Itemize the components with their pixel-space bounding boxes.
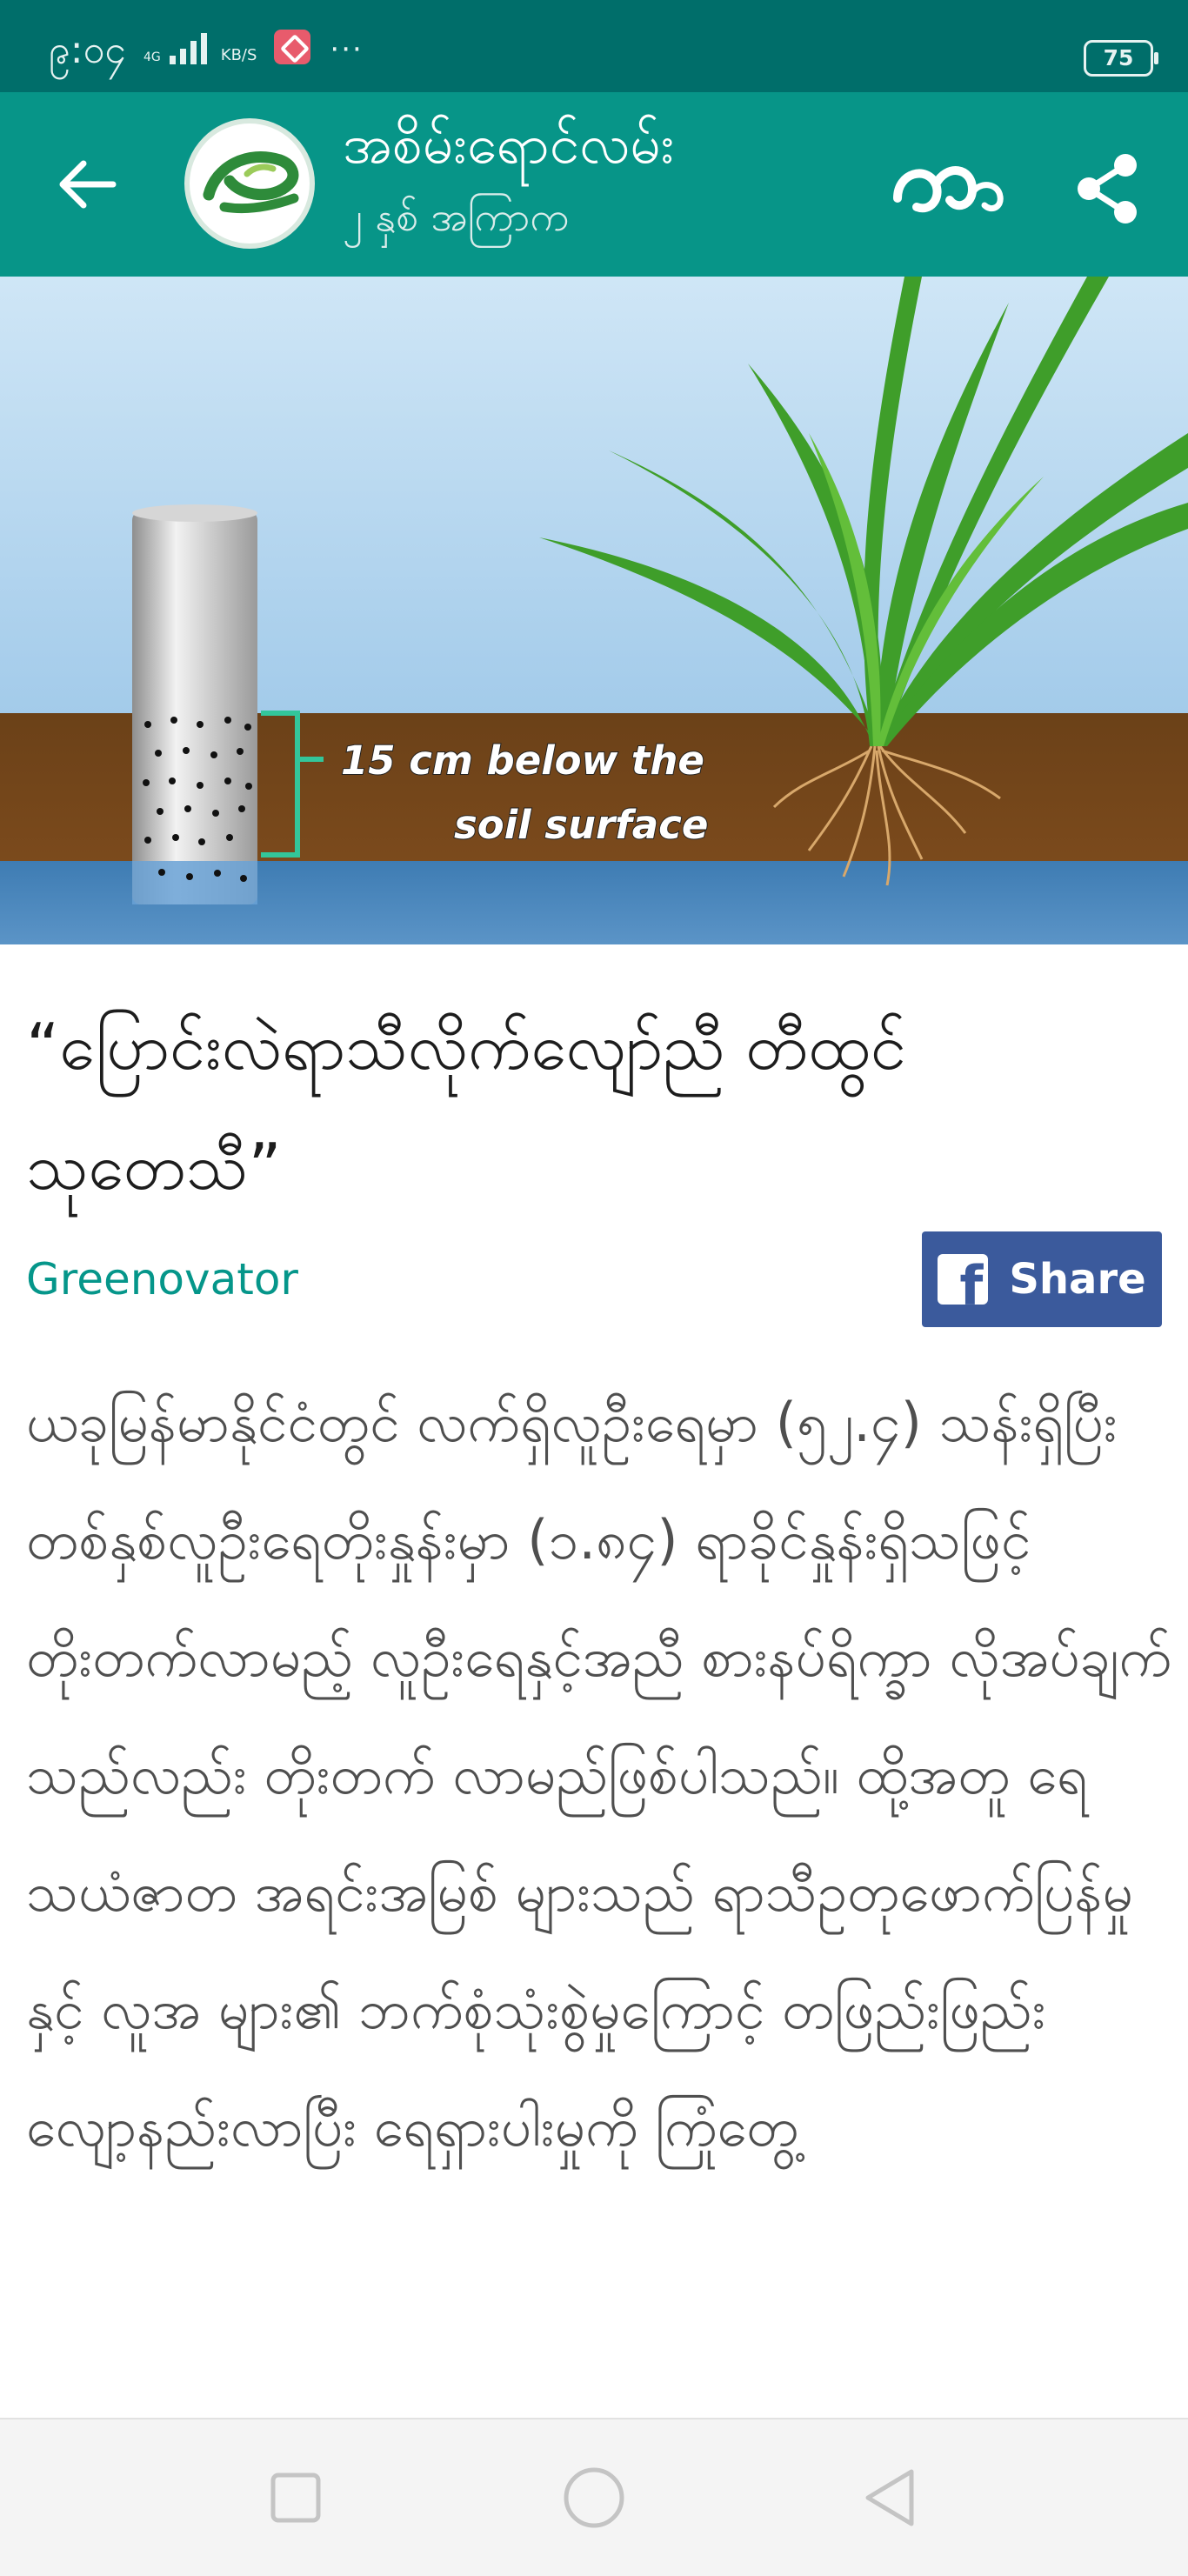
back-button[interactable] [56, 157, 117, 212]
status-bar: ၉:၀၄ 4G KB/S ··· 75 [0, 0, 1188, 92]
rice-pipe-illustration: 15 cm below the soil surface [0, 277, 1188, 944]
network-type: 4G [143, 50, 161, 64]
notification-app-icon [274, 30, 311, 64]
article-author[interactable]: Greenovator [26, 1254, 298, 1305]
app-bar: အစိမ်းရောင်လမ်း ၂ နှစ် အကြာက [0, 92, 1188, 277]
hero-caption-line2: soil surface [454, 802, 708, 848]
battery-level: 75 [1103, 45, 1134, 70]
nav-back-button[interactable] [856, 2463, 925, 2533]
myanmar-font-icon [893, 166, 1004, 213]
circle-icon [564, 2467, 624, 2528]
article-body: ယခုမြန်မာနိုင်ငံတွင် လက်ရှိလူဦးရေမှာ (၅၂… [26, 1391, 1172, 2159]
channel-name[interactable]: အစိမ်းရောင်လမ်း [343, 110, 674, 180]
hero-caption-line1: 15 cm below the [341, 737, 704, 784]
facebook-icon: f [938, 1254, 989, 1305]
status-time: ၉:၀၄ [49, 28, 127, 72]
share-label: Share [1009, 1255, 1146, 1304]
article-hero-image[interactable]: 15 cm below the soil surface [0, 277, 1188, 944]
back-arrow-icon [59, 160, 117, 209]
font-toggle-button[interactable] [889, 143, 1011, 230]
home-button[interactable] [559, 2463, 629, 2533]
recents-button[interactable] [261, 2463, 330, 2533]
more-notifications-icon: ··· [330, 32, 364, 67]
network-speed-unit: KB/S [220, 46, 257, 64]
square-icon [270, 2473, 321, 2523]
post-time: ၂ နှစ် အကြာက [343, 193, 570, 240]
share-button[interactable] [1073, 150, 1143, 228]
system-navigation-bar [0, 2418, 1188, 2576]
channel-avatar[interactable] [184, 118, 315, 249]
leaf-logo-icon [203, 151, 299, 213]
battery-icon: 75 [1084, 40, 1158, 77]
signal-icon [169, 30, 207, 64]
article-title: “ပြောင်းလဲရာသီလိုက်လျော်ညီ တီထွင်သုတေသီ” [26, 1010, 906, 1205]
status-icons: 4G KB/S ··· [143, 30, 364, 64]
triangle-icon [865, 2469, 914, 2526]
share-icon [1078, 154, 1137, 224]
facebook-share-button[interactable]: f Share [922, 1231, 1162, 1327]
